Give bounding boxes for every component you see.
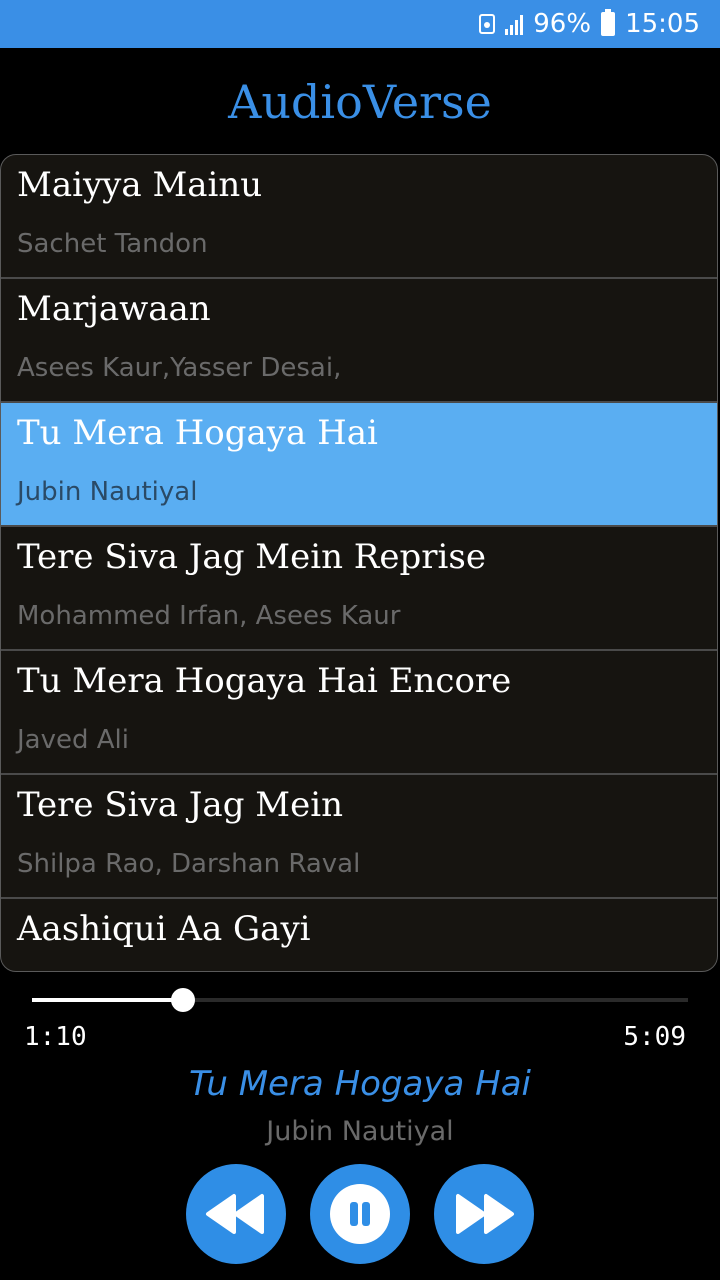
status-bar: 96% 15:05 [0, 0, 720, 48]
pause-button[interactable] [310, 1164, 410, 1264]
song-title: Tu Mera Hogaya Hai [17, 413, 378, 453]
seek-bar[interactable] [32, 988, 688, 1012]
song-list[interactable]: Maiyya Mainu Sachet Tandon Marjawaan Ase… [0, 154, 718, 972]
status-icons: 96% 15:05 [479, 0, 700, 48]
song-title: Tere Siva Jag Mein Reprise [17, 537, 486, 577]
song-title: Aashiqui Aa Gayi [17, 909, 311, 949]
song-artist: Jubin Nautiyal [17, 477, 198, 507]
now-playing-artist: Jubin Nautiyal [266, 1116, 454, 1147]
playback-controls [0, 1164, 720, 1264]
elapsed-time: 1:10 [24, 1022, 87, 1052]
total-time: 5:09 [623, 1022, 686, 1052]
song-artist: Javed Ali [17, 725, 129, 755]
song-title: Tere Siva Jag Mein [17, 785, 343, 825]
song-list-item[interactable]: Aashiqui Aa Gayi [1, 899, 717, 971]
pause-icon [330, 1184, 390, 1244]
song-list-item[interactable]: Tere Siva Jag Mein Shilpa Rao, Darshan R… [1, 775, 717, 899]
song-artist: Shilpa Rao, Darshan Raval [17, 849, 361, 879]
song-list-item[interactable]: Tu Mera Hogaya Hai Encore Javed Ali [1, 651, 717, 775]
battery-percentage: 96% [533, 9, 592, 39]
clock: 15:05 [625, 9, 700, 39]
song-title: Marjawaan [17, 289, 211, 329]
song-artist: Asees Kaur,Yasser Desai, [17, 353, 342, 383]
song-title: Tu Mera Hogaya Hai Encore [17, 661, 512, 701]
battery-icon [601, 9, 616, 36]
song-list-item[interactable]: Tere Siva Jag Mein Reprise Mohammed Irfa… [1, 527, 717, 651]
song-title: Maiyya Mainu [17, 165, 263, 205]
fast-forward-icon [456, 1194, 514, 1234]
song-artist: Sachet Tandon [17, 229, 208, 259]
rewind-button[interactable] [186, 1164, 286, 1264]
sim-card-icon [479, 14, 496, 34]
now-playing-title: Tu Mera Hogaya Hai [189, 1064, 531, 1104]
seek-bar-thumb[interactable] [170, 988, 195, 1012]
seek-bar-progress [32, 998, 183, 1002]
app-title: AudioVerse [228, 75, 492, 129]
signal-strength-icon [505, 13, 524, 35]
song-list-item-selected[interactable]: Tu Mera Hogaya Hai Jubin Nautiyal [1, 403, 717, 527]
song-artist: Mohammed Irfan, Asees Kaur [17, 601, 401, 631]
rewind-icon [206, 1194, 264, 1234]
song-list-item[interactable]: Marjawaan Asees Kaur,Yasser Desai, [1, 279, 717, 403]
fast-forward-button[interactable] [434, 1164, 534, 1264]
song-list-item[interactable]: Maiyya Mainu Sachet Tandon [1, 155, 717, 279]
